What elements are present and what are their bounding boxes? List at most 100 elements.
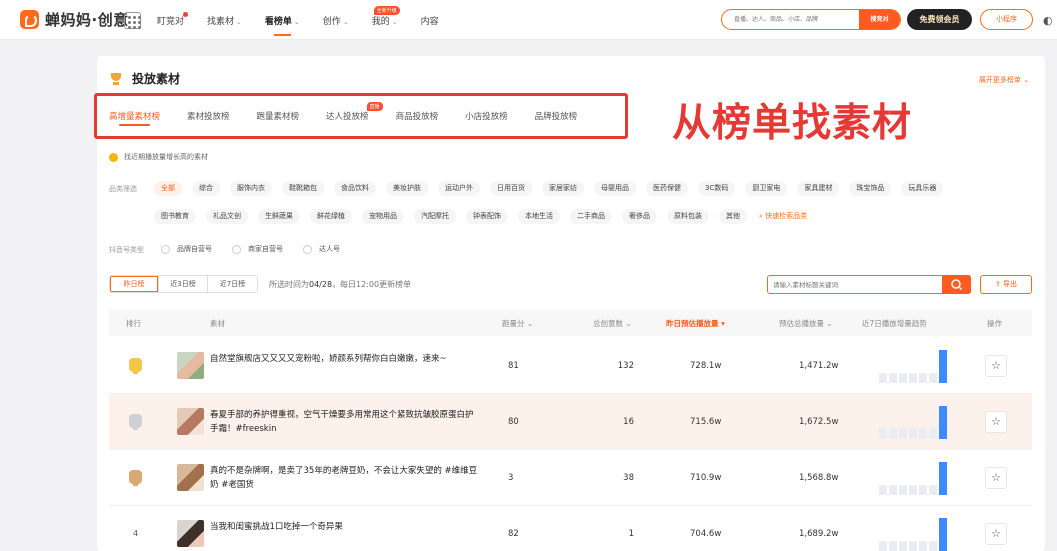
chevron-down-icon: ⌄	[293, 18, 300, 26]
category-chip[interactable]: 美妆护肤	[386, 181, 428, 196]
quick-category-search-link[interactable]: ⌕ 快速检索品类	[757, 209, 809, 224]
material-title[interactable]: 真的不是杂牌啊，是卖了35年的老牌豆奶，不会让大家失望的 #维维豆奶 #老国货	[210, 464, 480, 492]
logo-text: 蝉妈妈·创意	[45, 11, 129, 29]
tab-run-volume[interactable]: 跑量素材榜	[257, 110, 300, 122]
expand-more-rankings-link[interactable]: 展开更多榜单 ⌄	[979, 75, 1029, 85]
category-chip[interactable]: 服饰内衣	[230, 181, 272, 196]
trend-bar	[899, 541, 907, 551]
category-chips-row-1: 全部 综合 服饰内衣 鞋靴箱包 食品饮料 美妆护肤 运动户外 日用百货 家居家纺 母婴用品 医药保健…	[154, 181, 953, 196]
creative-count: 132	[617, 361, 634, 371]
mini-program-button[interactable]: 小程序	[980, 9, 1033, 30]
search-competitor-button[interactable]: 搜竞对	[859, 10, 900, 29]
tab-high-growth[interactable]: 高增量素材榜	[109, 110, 160, 126]
radio-influencer-account[interactable]: 达人号	[303, 244, 340, 254]
range-3-days[interactable]: 近3日榜	[159, 276, 208, 292]
category-chip[interactable]: 原料包装	[667, 209, 709, 224]
radio-merchant-account[interactable]: 商家自营号	[232, 244, 283, 254]
nav-item-rankings[interactable]: 看榜单 ⌄	[265, 14, 300, 36]
category-chip[interactable]: 其他	[719, 209, 747, 224]
main-nav: 盯竞对 找素材 ⌄ 看榜单 ⌄ 创作 ⌄ 全新升级 我的 ⌄ 内容	[157, 6, 462, 36]
category-chip[interactable]: 食品饮料	[334, 181, 376, 196]
trend-bar	[889, 541, 897, 551]
nav-item-competitor[interactable]: 盯竞对	[157, 12, 189, 27]
favorite-button[interactable]: ☆	[985, 355, 1007, 377]
notification-dot	[183, 12, 189, 17]
logo[interactable]: 蝉妈妈·创意	[20, 9, 129, 30]
category-chip[interactable]: 宠物用品	[362, 209, 404, 224]
category-chip[interactable]: 日用百货	[490, 181, 532, 196]
nav-item-content[interactable]: 内容	[421, 14, 439, 27]
category-chip[interactable]: 厨卫家电	[745, 181, 788, 196]
favorite-button[interactable]: ☆	[985, 411, 1007, 433]
category-chip[interactable]: 3C数码	[698, 181, 736, 196]
trend-bar	[919, 427, 927, 439]
material-thumbnail[interactable]	[177, 408, 204, 435]
tab-influencer-ads[interactable]: 达人投放榜 直播	[326, 102, 383, 122]
range-yesterday[interactable]: 昨日榜	[110, 276, 159, 292]
category-chip[interactable]: 奢侈品	[622, 209, 657, 224]
material-title[interactable]: 春夏手部的养护得重视，空气干燥要多用常用这个紧致抗皱胶原蛋白护手霜！#frees…	[210, 408, 480, 436]
rank-medal-icon	[129, 358, 142, 374]
live-badge: 直播	[366, 102, 383, 111]
run-score: 80	[508, 417, 519, 427]
category-chip[interactable]: 本地生活	[518, 209, 560, 224]
nav-item-create[interactable]: 创作 ⌄	[323, 14, 349, 27]
category-chip[interactable]: 综合	[192, 181, 220, 196]
range-7-days[interactable]: 近7日榜	[208, 276, 257, 292]
user-icon[interactable]: ◐	[1043, 14, 1053, 27]
favorite-button[interactable]: ☆	[985, 467, 1007, 489]
category-chip[interactable]: 鲜花绿植	[310, 209, 352, 224]
info-icon	[109, 152, 118, 162]
tab-brand-ads[interactable]: 品牌投放榜	[535, 110, 578, 122]
apps-grid-icon[interactable]	[124, 12, 141, 29]
category-chip[interactable]: 生鲜蔬果	[258, 209, 300, 224]
category-chip[interactable]: 运动户外	[438, 181, 480, 196]
tab-product-ads[interactable]: 商品投放榜	[396, 110, 439, 122]
category-chip[interactable]: 礼品文创	[206, 209, 248, 224]
category-chip[interactable]: 珠宝饰品	[849, 181, 892, 196]
table-row[interactable]: 4 当我和闺蜜挑战1口吃掉一个奇异果 82 1 704.6w 1,689.2w …	[109, 506, 1032, 551]
run-score: 81	[508, 361, 519, 371]
nav-item-find-material[interactable]: 找素材 ⌄	[207, 14, 242, 27]
yesterday-plays: 728.1w	[690, 361, 722, 371]
nav-item-mine[interactable]: 全新升级 我的 ⌄	[372, 6, 400, 27]
header-total-plays[interactable]: 预估总播放量 ⌄	[779, 318, 833, 329]
header-creative-count[interactable]: 总创意数 ⌄	[593, 318, 632, 329]
favorite-button[interactable]: ☆	[985, 523, 1007, 545]
table-row[interactable]: 春夏手部的养护得重视，空气干燥要多用常用这个紧致抗皱胶原蛋白护手霜！#frees…	[109, 394, 1032, 450]
category-chip[interactable]: 鞋靴箱包	[282, 181, 324, 196]
category-chip[interactable]: 医药保健	[646, 181, 688, 196]
category-chip[interactable]: 图书教育	[154, 209, 196, 224]
trend-bar	[939, 518, 947, 551]
material-search-input[interactable]	[768, 276, 938, 293]
material-thumbnail[interactable]	[177, 520, 204, 547]
category-chip[interactable]: 家居家纺	[542, 181, 584, 196]
table-row[interactable]: 自然堂旗舰店又又又又宠粉啦，娇颜系列帮你白白嫩嫩，速来~ 81 132 728.…	[109, 338, 1032, 394]
category-chip[interactable]: 家具建材	[797, 181, 840, 196]
category-chip[interactable]: 汽配摩托	[414, 209, 456, 224]
rank-medal-icon	[129, 414, 142, 430]
table-row[interactable]: 真的不是杂牌啊，是卖了35年的老牌豆奶，不会让大家失望的 #维维豆奶 #老国货 …	[109, 450, 1032, 506]
material-title[interactable]: 当我和闺蜜挑战1口吃掉一个奇异果	[210, 520, 480, 534]
category-chip[interactable]: 全部	[154, 181, 182, 196]
header-yesterday-plays[interactable]: 昨日预估播放量 ▾	[666, 318, 725, 329]
trend-bar	[909, 373, 917, 383]
trend-bar	[939, 350, 947, 383]
free-vip-button[interactable]: 免费领会员	[907, 9, 972, 30]
material-title[interactable]: 自然堂旗舰店又又又又宠粉啦，娇颜系列帮你白白嫩嫩，速来~	[210, 352, 480, 366]
export-button[interactable]: ⇪ 导出	[980, 275, 1032, 294]
radio-brand-account[interactable]: 品牌自营号	[161, 244, 212, 254]
category-chip[interactable]: 二手商品	[570, 209, 612, 224]
material-search-button[interactable]	[942, 275, 971, 294]
material-thumbnail[interactable]	[177, 352, 204, 379]
header-run-score[interactable]: 跑量分 ⌄	[502, 318, 533, 329]
tab-shop-ads[interactable]: 小店投放榜	[465, 110, 508, 122]
tab-material-ads[interactable]: 素材投放榜	[187, 110, 230, 122]
global-search-input[interactable]	[722, 10, 860, 29]
material-thumbnail[interactable]	[177, 464, 204, 491]
export-icon: ⇪	[994, 280, 1001, 288]
category-chip[interactable]: 母婴用品	[594, 181, 636, 196]
category-chip[interactable]: 玩具乐器	[901, 181, 944, 196]
category-chip[interactable]: 钟表配饰	[466, 209, 508, 224]
trend-bar	[899, 485, 907, 495]
